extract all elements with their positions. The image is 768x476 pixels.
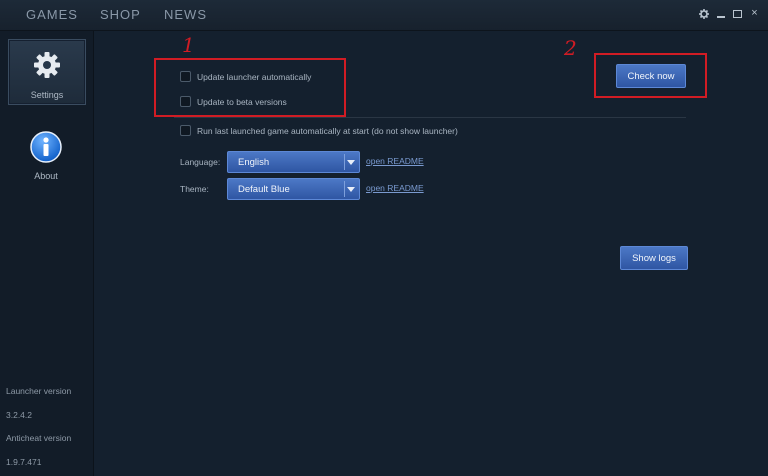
launcher-version-label: Launcher version bbox=[6, 386, 72, 396]
nav-news[interactable]: NEWS bbox=[164, 7, 207, 22]
select-divider bbox=[344, 154, 345, 170]
annotation-number-2: 2 bbox=[564, 36, 577, 60]
select-divider bbox=[344, 181, 345, 197]
maximize-button[interactable] bbox=[732, 8, 743, 19]
run-last-checkbox[interactable] bbox=[180, 125, 191, 136]
minimize-icon bbox=[716, 15, 725, 18]
theme-value: Default Blue bbox=[238, 184, 290, 195]
theme-label: Theme: bbox=[180, 184, 209, 194]
info-icon bbox=[30, 131, 62, 165]
gear-icon[interactable] bbox=[698, 8, 709, 19]
minimize-button[interactable] bbox=[715, 8, 726, 19]
sidebar-item-about[interactable]: About bbox=[8, 129, 84, 193]
chevron-down-icon bbox=[347, 160, 355, 165]
run-last-option[interactable]: Run last launched game automatically at … bbox=[180, 125, 458, 136]
sidebar-item-label: Settings bbox=[30, 90, 64, 100]
maximize-icon bbox=[733, 9, 742, 18]
update-beta-label: Update to beta versions bbox=[197, 96, 287, 107]
check-now-button[interactable]: Check now bbox=[616, 64, 686, 88]
show-logs-button[interactable]: Show logs bbox=[620, 246, 688, 270]
language-select[interactable]: English bbox=[227, 151, 360, 173]
window-controls: × bbox=[698, 8, 760, 19]
launcher-version-value: 3.2.4.2 bbox=[6, 410, 32, 420]
nav-shop[interactable]: SHOP bbox=[100, 7, 141, 22]
update-auto-option[interactable]: Update launcher automatically bbox=[180, 71, 311, 82]
run-last-label: Run last launched game automatically at … bbox=[197, 125, 458, 136]
close-button[interactable]: × bbox=[749, 8, 760, 19]
divider bbox=[174, 117, 686, 118]
open-readme-link[interactable]: open README bbox=[366, 183, 424, 193]
theme-select[interactable]: Default Blue bbox=[227, 178, 360, 200]
sidebar-item-settings[interactable]: Settings bbox=[8, 39, 86, 105]
chevron-down-icon bbox=[347, 187, 355, 192]
top-bar: GAMES SHOP NEWS × bbox=[0, 0, 768, 31]
update-auto-label: Update launcher automatically bbox=[197, 71, 312, 82]
open-readme-link[interactable]: open README bbox=[366, 156, 424, 166]
anticheat-version-label: Anticheat version bbox=[6, 433, 72, 443]
language-value: English bbox=[238, 157, 270, 168]
update-auto-checkbox[interactable] bbox=[180, 71, 191, 82]
anticheat-version-value: 1.9.7.471 bbox=[6, 457, 42, 467]
settings-panel: 1 Update launcher automatically Update t… bbox=[94, 31, 768, 476]
gear-icon bbox=[32, 50, 62, 82]
language-label: Language: bbox=[180, 157, 221, 167]
sidebar: Settings About Launcher version 3.2.4.2 … bbox=[0, 31, 94, 476]
annotation-box-1 bbox=[154, 58, 346, 117]
sidebar-item-label: About bbox=[34, 171, 58, 181]
update-beta-checkbox[interactable] bbox=[180, 96, 191, 107]
update-beta-option[interactable]: Update to beta versions bbox=[180, 96, 287, 107]
annotation-number-1: 1 bbox=[182, 33, 195, 57]
nav-games[interactable]: GAMES bbox=[26, 7, 78, 22]
